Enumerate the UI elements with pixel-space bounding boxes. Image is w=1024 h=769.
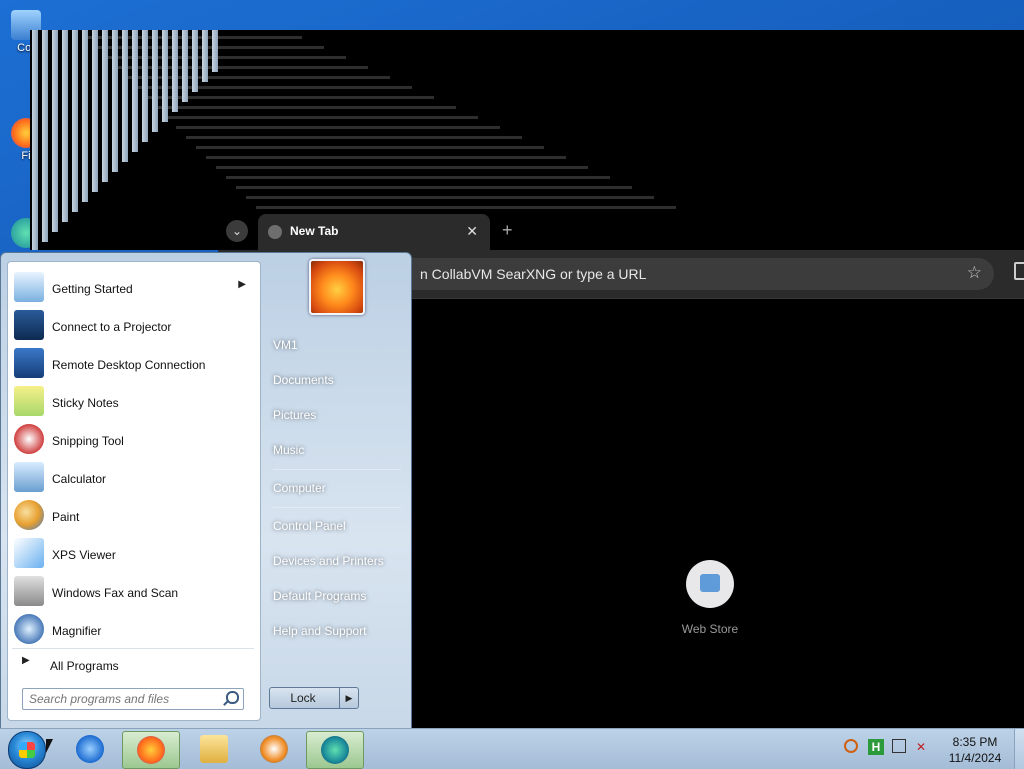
separator xyxy=(273,469,401,470)
windows-logo-icon xyxy=(19,742,35,758)
network-icon[interactable] xyxy=(892,739,906,753)
program-xps-viewer[interactable]: XPS Viewer xyxy=(12,536,254,572)
program-fax-scan[interactable]: Windows Fax and Scan xyxy=(12,574,254,610)
right-item-documents[interactable]: Documents xyxy=(273,373,334,387)
address-bar-placeholder: n CollabVM SearXNG or type a URL xyxy=(420,266,647,282)
program-magnifier[interactable]: Magnifier xyxy=(12,612,254,648)
right-item-computer[interactable]: Computer xyxy=(273,481,326,495)
program-label: Sticky Notes xyxy=(52,396,119,410)
globe-icon xyxy=(268,225,282,239)
fax-scan-icon xyxy=(14,576,44,606)
program-label: Magnifier xyxy=(52,624,102,638)
taskbar-explorer[interactable] xyxy=(186,731,242,767)
clock-time: 8:35 PM xyxy=(952,735,998,749)
projector-icon xyxy=(14,310,44,340)
tab-title: New Tab xyxy=(290,224,339,238)
getting-started-icon xyxy=(14,272,44,302)
sticky-notes-icon xyxy=(14,386,44,416)
program-label: Connect to a Projector xyxy=(52,320,172,334)
right-item-music[interactable]: Music xyxy=(273,443,304,457)
search-input[interactable] xyxy=(27,690,221,708)
tab-search-dropdown-icon[interactable]: ⌄ xyxy=(226,220,248,242)
show-desktop-button[interactable] xyxy=(1014,729,1024,769)
program-label: Getting Started xyxy=(52,282,133,296)
search-tray-icon[interactable] xyxy=(844,739,858,753)
program-paint[interactable]: Paint xyxy=(12,498,254,534)
separator xyxy=(273,507,401,508)
taskbar-edge[interactable] xyxy=(306,731,364,769)
program-connect-projector[interactable]: Connect to a Projector xyxy=(12,308,254,344)
program-label: Snipping Tool xyxy=(52,434,124,448)
program-label: Remote Desktop Connection xyxy=(52,358,206,372)
clock[interactable]: 8:35 PM 11/4/2024 xyxy=(940,734,1010,766)
program-snipping-tool[interactable]: Snipping Tool xyxy=(12,422,254,458)
taskbar-media-player[interactable] xyxy=(246,731,302,767)
program-label: Paint xyxy=(52,510,80,524)
paint-icon xyxy=(14,500,44,530)
lock-button[interactable]: Lock ▶ xyxy=(269,687,359,709)
right-item-help-support[interactable]: Help and Support xyxy=(273,624,366,638)
taskbar-firefox[interactable] xyxy=(122,731,180,769)
program-remote-desktop[interactable]: Remote Desktop Connection xyxy=(12,346,254,382)
volume-muted-icon[interactable]: ✕ xyxy=(916,739,932,755)
program-label: XPS Viewer xyxy=(52,548,116,562)
extensions-icon[interactable] xyxy=(1014,262,1024,280)
start-button[interactable] xyxy=(8,731,46,769)
program-label: Calculator xyxy=(52,472,107,486)
lock-label: Lock xyxy=(290,691,316,705)
web-store-icon xyxy=(686,560,734,608)
program-calculator[interactable]: Calculator xyxy=(12,460,254,496)
program-sticky-notes[interactable]: Sticky Notes xyxy=(12,384,254,420)
explorer-icon xyxy=(200,735,228,763)
shutdown-options-arrow-icon[interactable]: ▶ xyxy=(339,688,358,708)
right-item-user[interactable]: VM1 xyxy=(273,338,298,352)
submenu-arrow-icon: ▶ xyxy=(238,279,246,290)
taskbar: H ✕ 8:35 PM 11/4/2024 xyxy=(0,728,1024,769)
all-programs-label: All Programs xyxy=(50,659,119,673)
media-player-icon xyxy=(260,735,288,763)
search-icon[interactable] xyxy=(226,691,239,704)
user-avatar[interactable] xyxy=(309,259,365,315)
expand-arrow-icon: ▶ xyxy=(22,655,30,666)
magnifier-icon xyxy=(14,614,44,644)
right-item-control-panel[interactable]: Control Panel xyxy=(273,519,346,533)
program-label: Windows Fax and Scan xyxy=(52,586,179,600)
right-item-pictures[interactable]: Pictures xyxy=(273,408,316,422)
start-search-box[interactable] xyxy=(22,688,244,710)
address-bar[interactable]: n CollabVM SearXNG or type a URL ☆ xyxy=(338,258,994,290)
bookmark-star-icon[interactable]: ☆ xyxy=(967,263,982,283)
edge-icon xyxy=(321,736,349,764)
all-programs-button[interactable]: ▶ All Programs xyxy=(12,648,254,677)
start-menu-right-pane: VM1 Documents Pictures Music Computer Co… xyxy=(263,253,409,729)
snipping-tool-icon xyxy=(14,424,44,454)
right-item-default-programs[interactable]: Default Programs xyxy=(273,589,366,603)
shortcut-web-store[interactable]: Web Store xyxy=(678,560,742,636)
firefox-icon xyxy=(137,736,165,764)
mouse-cursor-icon xyxy=(46,739,53,753)
tab-strip: ⌄ New Tab ✕ + xyxy=(218,210,1024,250)
remote-desktop-icon xyxy=(14,348,44,378)
close-tab-icon[interactable]: ✕ xyxy=(466,223,478,240)
program-getting-started[interactable]: Getting Started ▶ xyxy=(12,270,254,306)
start-menu-programs-pane: Getting Started ▶ Connect to a Projector… xyxy=(7,261,261,721)
clock-date: 11/4/2024 xyxy=(948,751,1002,765)
right-item-devices-printers[interactable]: Devices and Printers xyxy=(273,554,384,568)
xps-viewer-icon xyxy=(14,538,44,568)
tab-new-tab[interactable]: New Tab ✕ xyxy=(258,214,490,250)
new-tab-button[interactable]: + xyxy=(502,220,513,241)
taskbar-internet-explorer[interactable] xyxy=(62,731,118,767)
shortcut-label: Web Store xyxy=(681,622,739,636)
internet-explorer-icon xyxy=(76,735,104,763)
calculator-icon xyxy=(14,462,44,492)
start-menu: Getting Started ▶ Connect to a Projector… xyxy=(0,252,412,730)
h-tray-icon[interactable]: H xyxy=(868,739,884,755)
